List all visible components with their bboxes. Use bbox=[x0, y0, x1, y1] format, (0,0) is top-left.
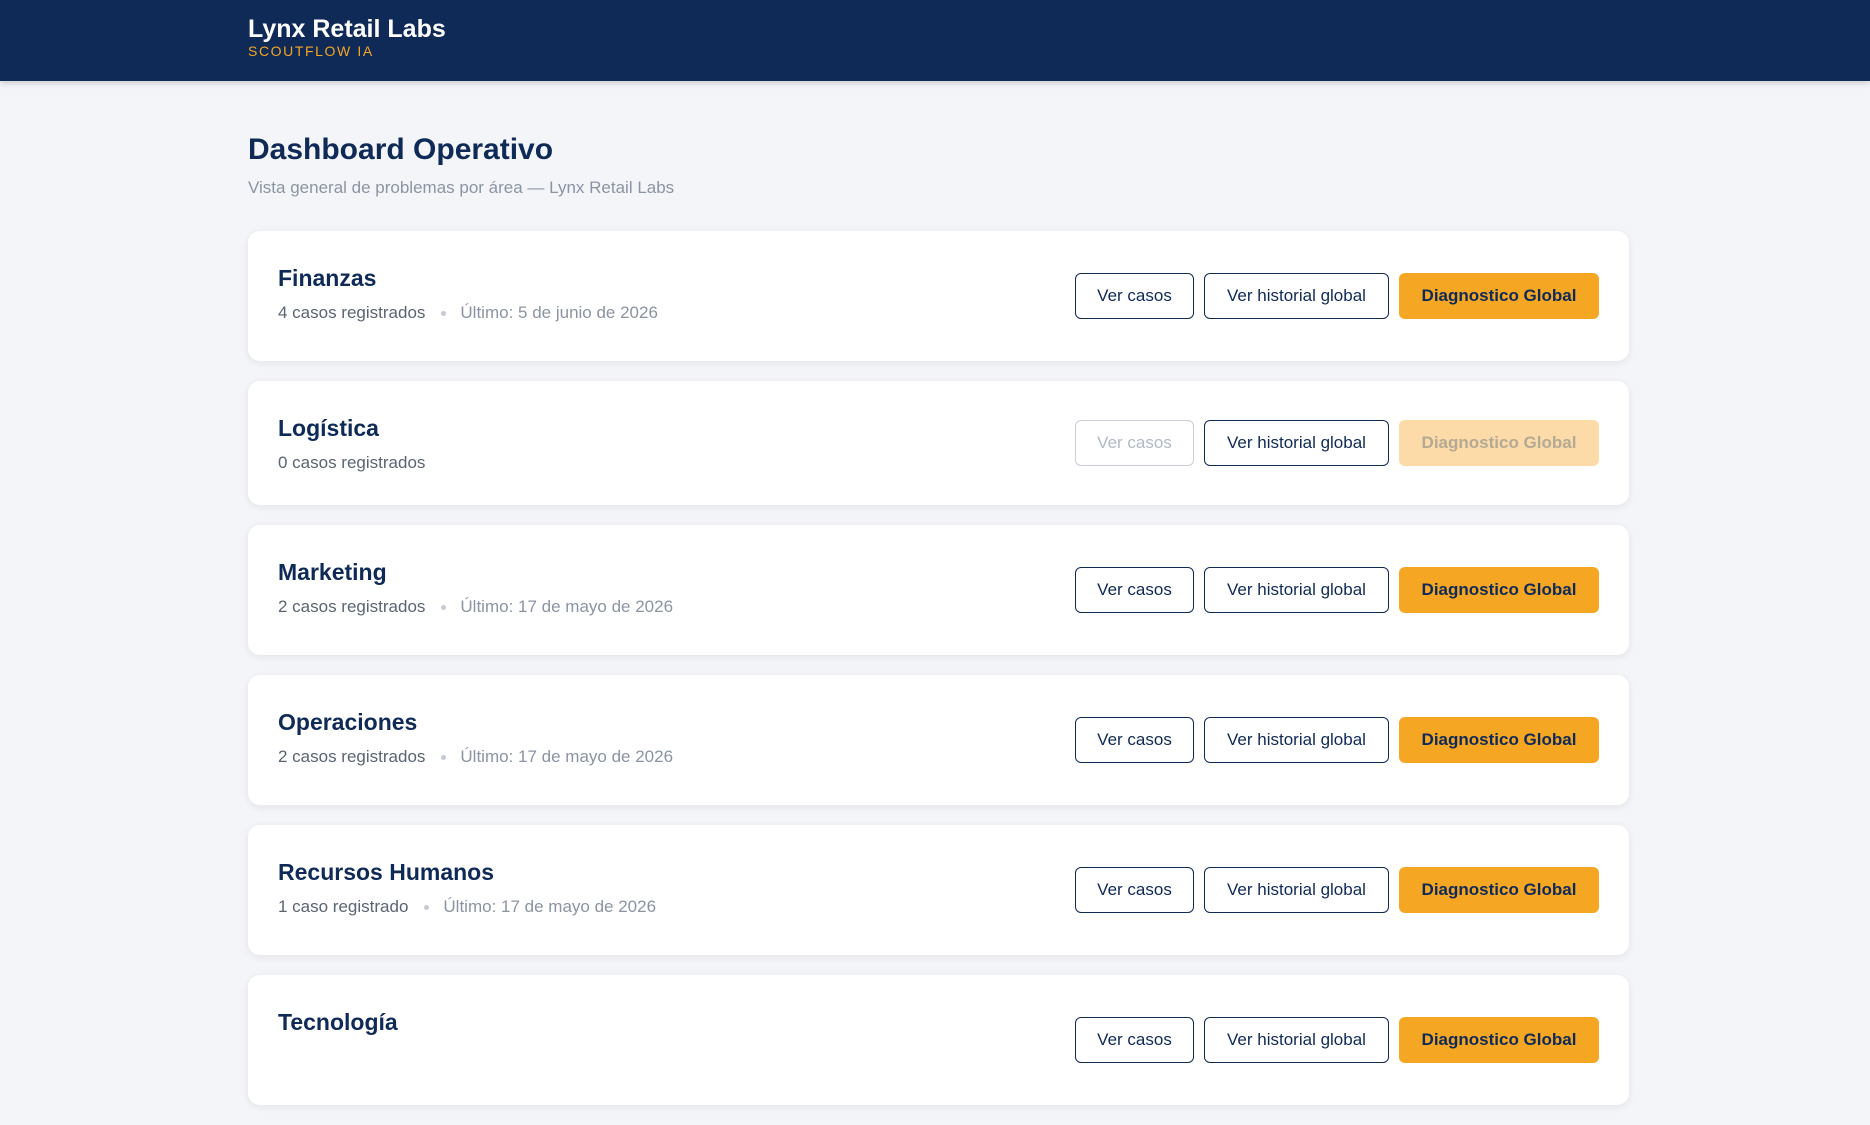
view-global-history-button[interactable]: Ver historial global bbox=[1204, 273, 1389, 319]
area-actions: Ver casos Ver historial global Diagnosti… bbox=[1065, 420, 1599, 466]
global-diagnostic-button-disabled: Diagnostico Global bbox=[1399, 420, 1599, 466]
view-cases-button[interactable]: Ver casos bbox=[1075, 567, 1194, 613]
top-bar: Lynx Retail Labs SCOUTFLOW IA bbox=[0, 0, 1870, 81]
area-last-date: Último: 5 de junio de 2026 bbox=[460, 303, 658, 322]
area-case-count: 2 casos registrados bbox=[278, 597, 426, 616]
area-name: Marketing bbox=[278, 559, 387, 585]
area-last-date: Último: 17 de mayo de 2026 bbox=[443, 897, 657, 916]
area-name: Operaciones bbox=[278, 709, 418, 735]
area-card-tecnologia: Tecnología Ver casos Ver historial globa… bbox=[248, 975, 1629, 1105]
area-actions: Ver casos Ver historial global Diagnosti… bbox=[1065, 1017, 1599, 1063]
global-diagnostic-button[interactable]: Diagnostico Global bbox=[1399, 273, 1599, 319]
area-info: Tecnología bbox=[278, 1008, 398, 1036]
global-diagnostic-button[interactable]: Diagnostico Global bbox=[1399, 867, 1599, 913]
area-case-count: 0 casos registrados bbox=[278, 453, 426, 472]
page-title: Dashboard Operativo bbox=[248, 133, 554, 166]
area-last-date: Último: 17 de mayo de 2026 bbox=[460, 747, 674, 766]
view-global-history-button[interactable]: Ver historial global bbox=[1204, 717, 1389, 763]
view-cases-button[interactable]: Ver casos bbox=[1075, 717, 1194, 763]
area-card-recursos-humanos: Recursos Humanos 1 caso registrado Últim… bbox=[248, 825, 1629, 955]
area-card-finanzas: Finanzas 4 casos registrados Último: 5 d… bbox=[248, 231, 1629, 361]
area-meta: 2 casos registrados Último: 17 de mayo d… bbox=[278, 596, 673, 618]
brand[interactable]: Lynx Retail Labs SCOUTFLOW IA bbox=[248, 15, 446, 59]
separator-dot bbox=[441, 604, 447, 610]
view-global-history-button[interactable]: Ver historial global bbox=[1204, 1017, 1389, 1063]
separator-dot bbox=[441, 754, 447, 760]
area-case-count: 2 casos registrados bbox=[278, 747, 426, 766]
view-cases-button[interactable]: Ver casos bbox=[1075, 273, 1194, 319]
separator-dot bbox=[441, 310, 447, 316]
global-diagnostic-button[interactable]: Diagnostico Global bbox=[1399, 567, 1599, 613]
area-info: Logística 0 casos registrados bbox=[278, 414, 425, 474]
area-card-operaciones: Operaciones 2 casos registrados Último: … bbox=[248, 675, 1629, 805]
area-info: Operaciones 2 casos registrados Último: … bbox=[278, 708, 673, 768]
area-meta: 1 caso registrado Último: 17 de mayo de … bbox=[278, 896, 656, 918]
view-cases-button[interactable]: Ver casos bbox=[1075, 1017, 1194, 1063]
area-name: Recursos Humanos bbox=[278, 859, 495, 885]
area-meta: 0 casos registrados bbox=[278, 452, 425, 474]
area-list: Finanzas 4 casos registrados Último: 5 d… bbox=[248, 231, 1629, 1125]
global-diagnostic-button[interactable]: Diagnostico Global bbox=[1399, 717, 1599, 763]
area-info: Finanzas 4 casos registrados Último: 5 d… bbox=[278, 264, 658, 324]
area-info: Marketing 2 casos registrados Último: 17… bbox=[278, 558, 673, 618]
view-global-history-button[interactable]: Ver historial global bbox=[1204, 567, 1389, 613]
area-meta: 4 casos registrados Último: 5 de junio d… bbox=[278, 302, 658, 324]
view-global-history-button[interactable]: Ver historial global bbox=[1204, 420, 1389, 466]
area-card-logistica: Logística 0 casos registrados Ver casos … bbox=[248, 381, 1629, 505]
area-last-date: Último: 17 de mayo de 2026 bbox=[460, 597, 674, 616]
brand-name: Lynx Retail Labs bbox=[248, 15, 446, 43]
area-name: Tecnología bbox=[278, 1009, 398, 1035]
area-name: Logística bbox=[278, 415, 379, 441]
area-name: Finanzas bbox=[278, 265, 377, 291]
brand-subtitle: SCOUTFLOW IA bbox=[248, 43, 374, 59]
area-card-marketing: Marketing 2 casos registrados Último: 17… bbox=[248, 525, 1629, 655]
view-cases-button[interactable]: Ver casos bbox=[1075, 867, 1194, 913]
area-actions: Ver casos Ver historial global Diagnosti… bbox=[1065, 717, 1599, 763]
view-cases-button-disabled: Ver casos bbox=[1075, 420, 1194, 466]
area-info: Recursos Humanos 1 caso registrado Últim… bbox=[278, 858, 656, 918]
area-actions: Ver casos Ver historial global Diagnosti… bbox=[1065, 867, 1599, 913]
area-case-count: 1 caso registrado bbox=[278, 897, 409, 916]
area-case-count: 4 casos registrados bbox=[278, 303, 426, 322]
global-diagnostic-button[interactable]: Diagnostico Global bbox=[1399, 1017, 1599, 1063]
view-global-history-button[interactable]: Ver historial global bbox=[1204, 867, 1389, 913]
area-actions: Ver casos Ver historial global Diagnosti… bbox=[1065, 273, 1599, 319]
page-subtitle: Vista general de problemas por área — Ly… bbox=[248, 178, 675, 197]
area-meta: 2 casos registrados Último: 17 de mayo d… bbox=[278, 746, 673, 768]
area-actions: Ver casos Ver historial global Diagnosti… bbox=[1065, 567, 1599, 613]
separator-dot bbox=[424, 904, 430, 910]
